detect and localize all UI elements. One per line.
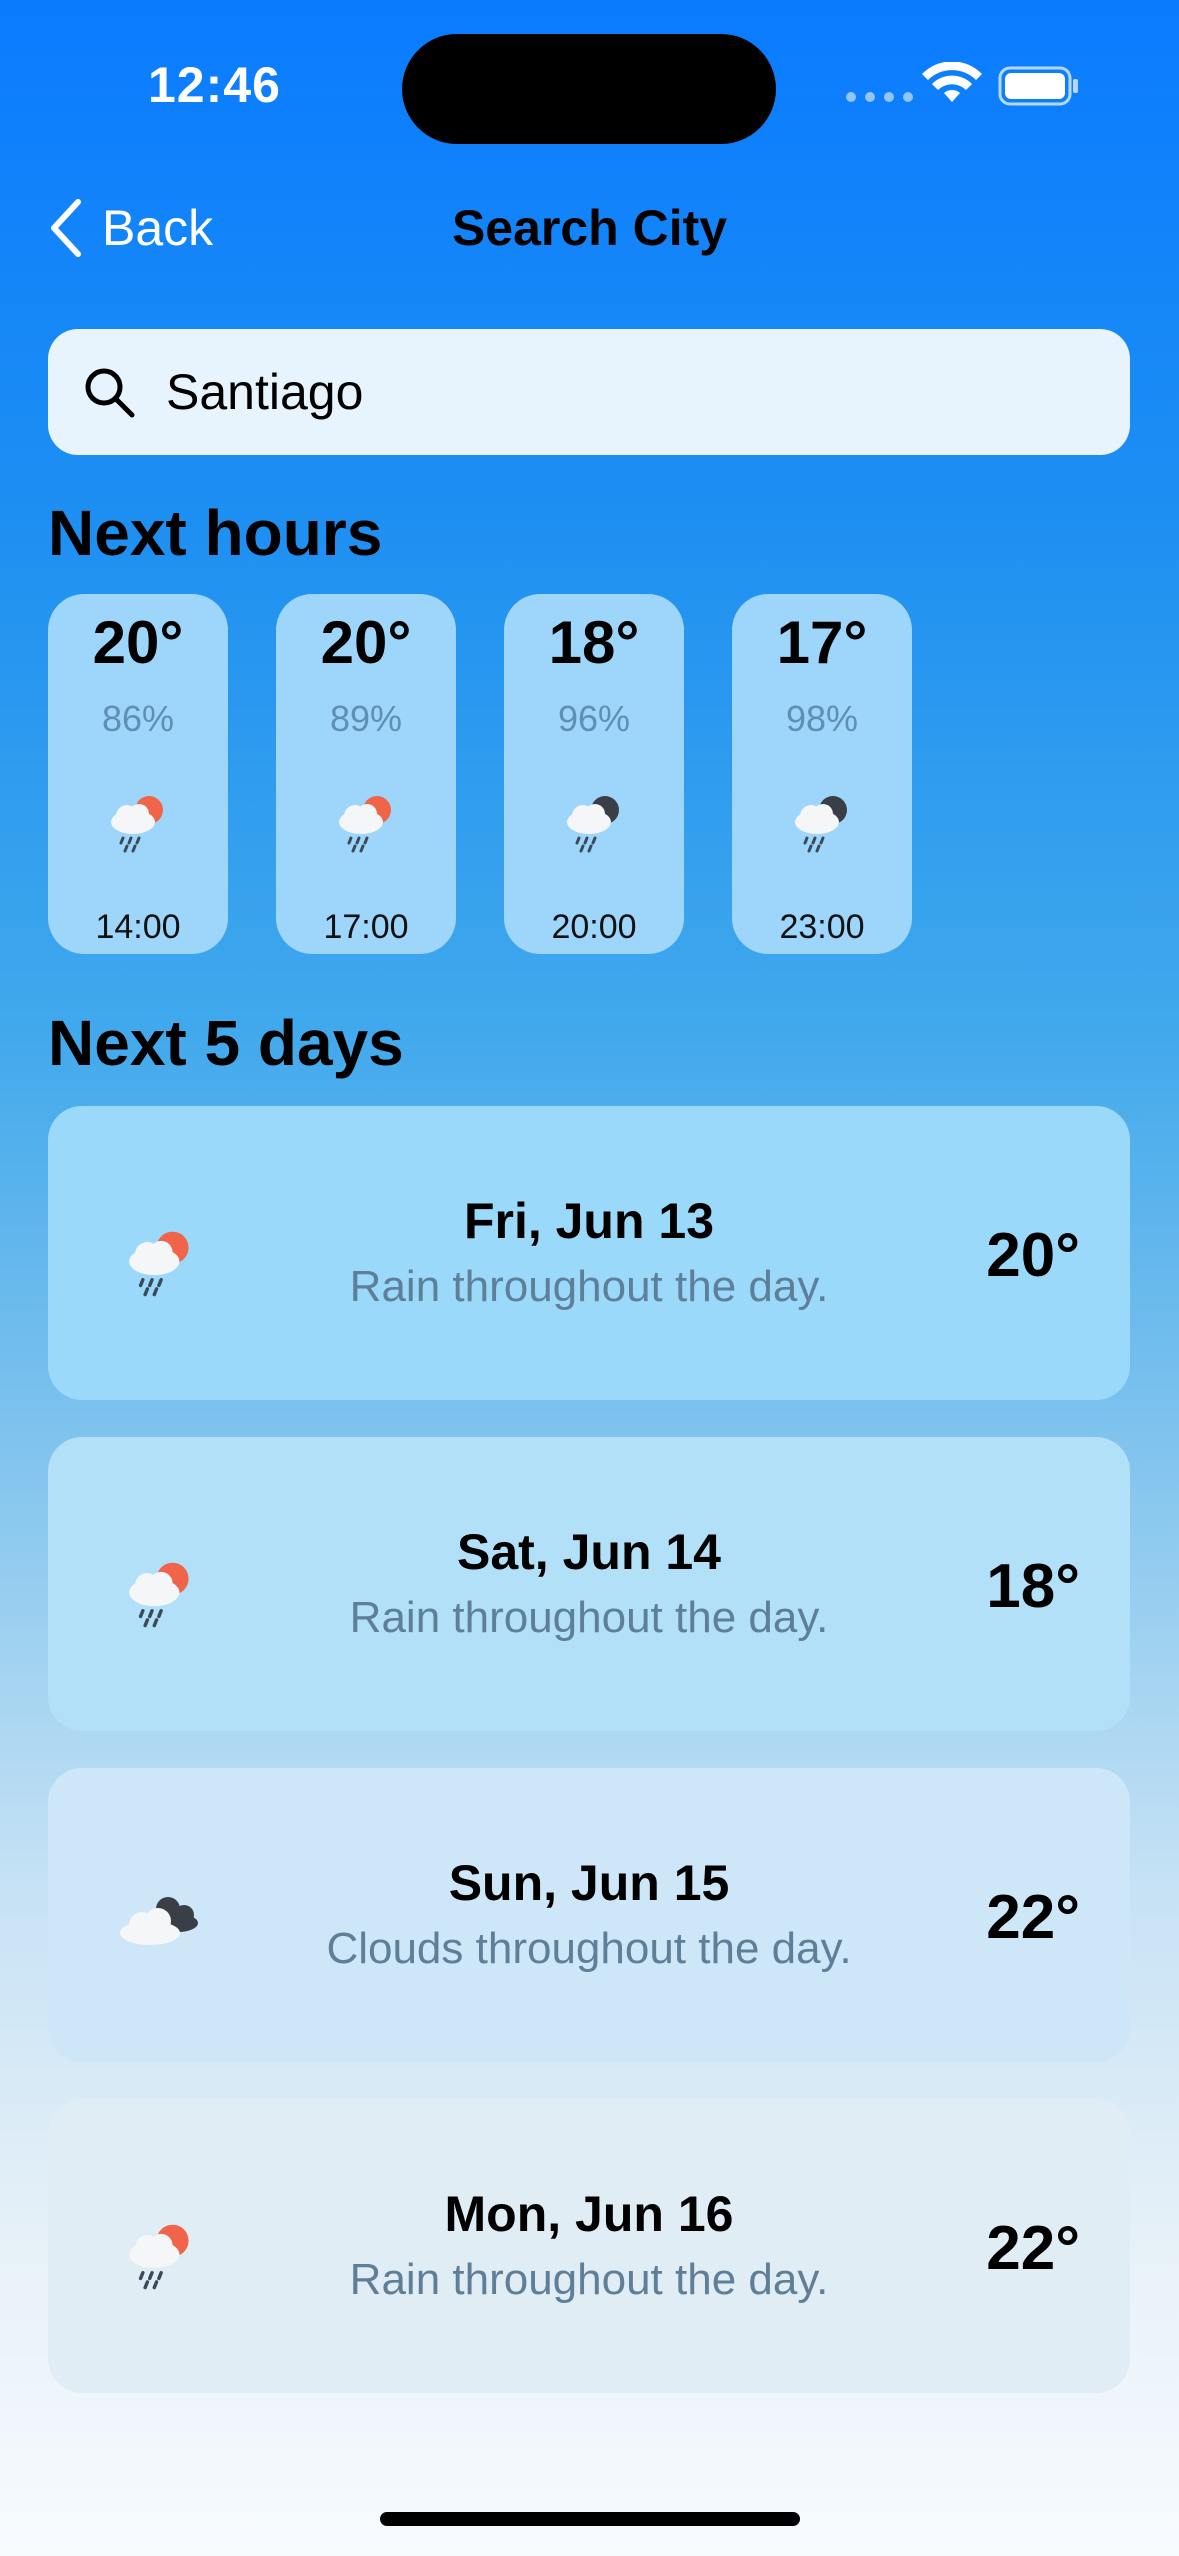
day-description: Clouds throughout the day.: [326, 1924, 852, 1973]
hour-card: 17° 98% 23:00: [732, 594, 912, 954]
rain-sun-icon: [339, 796, 391, 853]
chevron-left-icon: [51, 199, 81, 257]
day-date: Mon, Jun 16: [444, 2186, 734, 2242]
rain-sun-icon: [111, 796, 163, 853]
back-button[interactable]: Back: [48, 196, 213, 260]
day-description: Rain throughout the day.: [349, 1262, 829, 1311]
hour-temp: 18°: [548, 609, 640, 676]
hour-card: 20° 86% 14:00: [48, 594, 228, 954]
hour-temp: 20°: [92, 609, 184, 676]
hour-card: 18° 96% 20:00: [504, 594, 684, 954]
hour-humidity: 89%: [329, 698, 403, 739]
day-description: Rain throughout the day.: [349, 1593, 829, 1642]
day-card[interactable]: Sat, Jun 14 Rain throughout the day. 18°: [48, 1437, 1130, 1731]
search-bar[interactable]: [48, 329, 1130, 455]
day-date: Sun, Jun 15: [448, 1855, 730, 1911]
day-description: Rain throughout the day.: [349, 2255, 829, 2304]
search-icon: [85, 368, 135, 418]
hourly-forecast-list: 20° 86% 14:00 20° 89% 17:00 18° 96% 20:0…: [48, 594, 912, 954]
status-time: 12:46: [148, 57, 281, 113]
hour-time: 17:00: [323, 908, 409, 946]
wifi-icon: [922, 62, 982, 102]
search-input[interactable]: [166, 363, 1066, 421]
back-label: Back: [102, 200, 214, 256]
dynamic-island: [402, 34, 776, 144]
day-date: Fri, Jun 13: [463, 1193, 715, 1249]
next-days-heading: Next 5 days: [48, 1007, 404, 1079]
day-temp: 18°: [986, 1552, 1080, 1621]
day-temp: 22°: [986, 1883, 1080, 1952]
day-temp: 22°: [986, 2214, 1080, 2283]
hour-time: 14:00: [95, 908, 181, 946]
day-card[interactable]: Fri, Jun 13 Rain throughout the day. 20°: [48, 1106, 1130, 1400]
cellular-signal-icon: [846, 92, 913, 102]
hour-temp: 20°: [320, 609, 412, 676]
rain-moon-icon: [567, 796, 619, 853]
day-card[interactable]: Sun, Jun 15 Clouds throughout the day. 2…: [48, 1768, 1130, 2062]
day-card[interactable]: Mon, Jun 16 Rain throughout the day. 22°: [48, 2099, 1130, 2393]
rain-moon-icon: [795, 796, 847, 853]
hour-humidity: 86%: [101, 698, 175, 739]
hour-card: 20° 89% 17:00: [276, 594, 456, 954]
battery-icon: [998, 66, 1078, 106]
day-date: Sat, Jun 14: [457, 1524, 721, 1580]
hour-humidity: 98%: [785, 698, 859, 739]
day-temp: 20°: [986, 1221, 1080, 1290]
hour-temp: 17°: [776, 609, 868, 676]
hour-humidity: 96%: [557, 698, 631, 739]
hour-time: 23:00: [779, 908, 865, 946]
home-indicator[interactable]: [380, 2512, 800, 2526]
hour-time: 20:00: [551, 908, 637, 946]
next-hours-heading: Next hours: [48, 497, 383, 569]
